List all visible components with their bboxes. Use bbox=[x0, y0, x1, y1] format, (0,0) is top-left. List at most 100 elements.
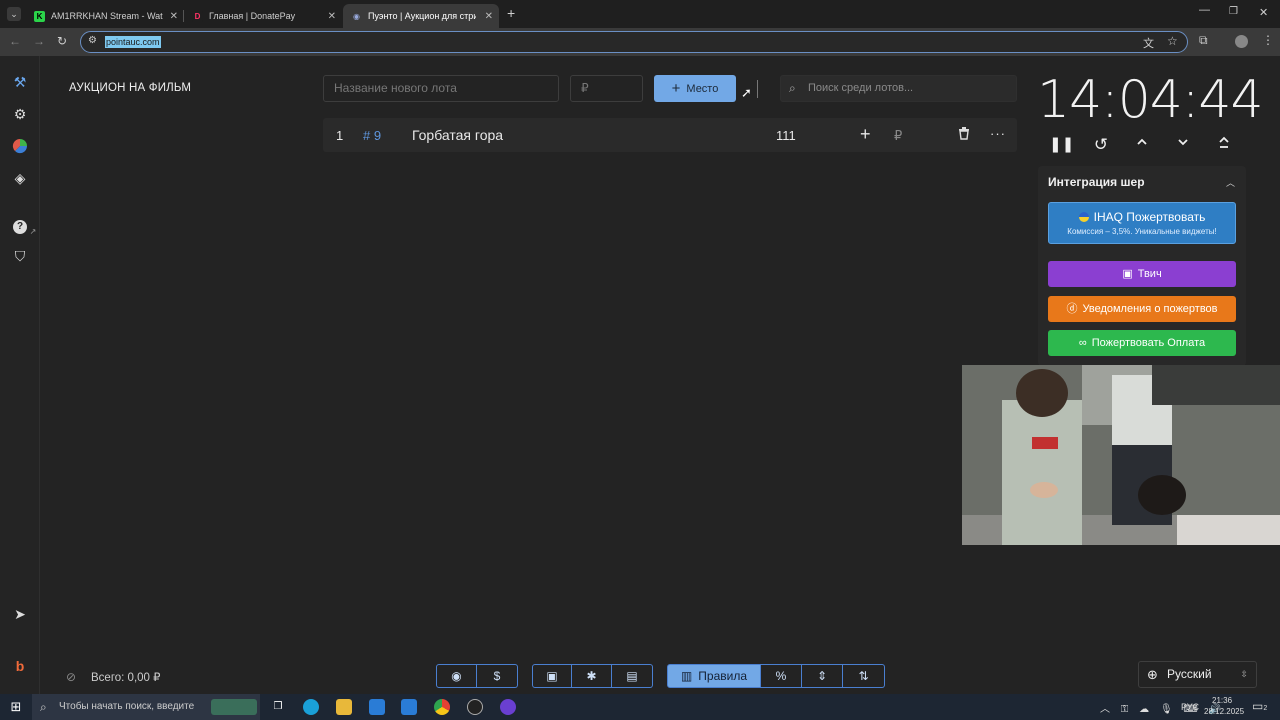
close-icon[interactable]: ✕ bbox=[485, 11, 493, 22]
ruble-icon[interactable]: ₽ bbox=[894, 128, 902, 144]
save-button[interactable]: ▣ bbox=[532, 664, 572, 688]
twitch-icon: ▣ bbox=[1122, 268, 1133, 280]
donate-button-payment[interactable]: ∞ Пожертвовать Оплата bbox=[1048, 330, 1236, 356]
forward-icon[interactable]: → bbox=[33, 34, 45, 48]
bookmark-star-icon[interactable]: ☆ bbox=[1167, 34, 1178, 48]
browser-tab-2[interactable]: D Главная | DonatePay ✕ bbox=[184, 4, 342, 28]
windows-start-icon[interactable]: ⊞ bbox=[8, 699, 24, 715]
file-explorer-icon[interactable] bbox=[336, 699, 352, 715]
lot-row[interactable]: 1 # 9 Горбатая гора 111 + ₽ ··· bbox=[323, 118, 1017, 152]
shield-icon[interactable]: ⛉ bbox=[10, 246, 30, 266]
boosty-icon[interactable]: b bbox=[10, 656, 30, 676]
browser-tab-3[interactable]: ◉ Пуэнто | Аукцион для стримеров ✕ bbox=[343, 4, 499, 28]
rules-button[interactable]: ▥ Правила bbox=[667, 664, 761, 688]
address-bar[interactable]: ⚙ pointauc.com 文 ☆ bbox=[80, 31, 1188, 53]
tab-title: AM1RRKHAN Stream - Watch L bbox=[51, 11, 163, 21]
telegram-icon[interactable]: ➤ bbox=[10, 604, 30, 624]
donate-button-label: IHAQ Пожертвовать bbox=[1093, 210, 1206, 224]
close-icon[interactable]: ✕ bbox=[328, 11, 336, 22]
menu-icon[interactable]: ⋮ bbox=[1262, 33, 1274, 47]
github-button[interactable]: ◉ bbox=[436, 664, 477, 688]
os-taskbar: ⊞ ⌕ Чтобы начать поиск, введите ❒ ︿ ⚿ ☁ … bbox=[0, 694, 1280, 720]
url-text[interactable]: pointauc.com bbox=[105, 36, 161, 48]
compress-button[interactable]: ⇕ bbox=[802, 664, 843, 688]
chevron-up-icon[interactable] bbox=[1131, 135, 1153, 155]
profile-avatar[interactable] bbox=[1235, 35, 1248, 48]
tab-title: Пуэнто | Аукцион для стримеров bbox=[368, 11, 476, 21]
donatepay-icon: D bbox=[192, 10, 203, 22]
gavel-icon[interactable]: ⚒ bbox=[10, 72, 30, 92]
back-icon[interactable]: ← bbox=[9, 34, 21, 48]
search-placeholder: Поиск среди лотов... bbox=[808, 82, 914, 94]
new-lot-input[interactable]: Название нового лота bbox=[323, 75, 559, 102]
globe-icon: ⊕ bbox=[1147, 667, 1158, 682]
add-lot-button-label: Место bbox=[686, 82, 719, 95]
add-lot-button[interactable]: + Место bbox=[654, 75, 736, 102]
search-icon: ⌕ bbox=[40, 700, 47, 714]
layers-icon[interactable]: ◈ bbox=[10, 168, 30, 188]
extensions-icon[interactable]: ⧉ bbox=[1199, 33, 1208, 48]
ukraine-flag-icon bbox=[1078, 212, 1089, 222]
edge-icon[interactable] bbox=[303, 699, 319, 715]
reload-icon[interactable]: ↻ bbox=[57, 34, 67, 48]
browser-tab-1[interactable]: K AM1RRKHAN Stream - Watch L ✕ bbox=[26, 4, 184, 28]
close-icon[interactable]: ✕ bbox=[170, 11, 178, 22]
translate-icon[interactable]: 文 bbox=[1143, 35, 1154, 51]
chevron-down-icon[interactable] bbox=[1172, 135, 1194, 155]
donate-button-ihaq[interactable]: IHAQ Пожертвовать Комиссия – 3,5%. Уника… bbox=[1048, 202, 1236, 244]
search-icon: ⌕ bbox=[789, 81, 796, 95]
lot-amount[interactable]: 111 bbox=[776, 128, 796, 143]
notifications-icon[interactable]: ▭2 bbox=[1252, 699, 1267, 713]
tray-language[interactable]: РУС bbox=[1181, 702, 1199, 712]
kick-icon: K bbox=[34, 10, 45, 22]
lot-name[interactable]: Горбатая гора bbox=[412, 127, 503, 143]
task-view-icon[interactable]: ❒ bbox=[270, 699, 286, 715]
store-icon[interactable] bbox=[369, 699, 385, 715]
pause-icon[interactable]: ❚❚ bbox=[1049, 135, 1074, 155]
tray-time[interactable]: 21:36 bbox=[1212, 696, 1232, 705]
select-arrows-icon: ⇳ bbox=[1240, 669, 1248, 679]
hide-icon[interactable]: ⊘ bbox=[66, 670, 76, 684]
maximize-icon[interactable]: ❐ bbox=[1229, 6, 1238, 17]
app-icon[interactable] bbox=[500, 699, 516, 715]
search-input[interactable]: ⌕ Поиск среди лотов... bbox=[780, 75, 1017, 102]
tab-search-icon[interactable]: ⌄ bbox=[7, 7, 21, 21]
donate-dollar-button[interactable]: $ bbox=[477, 664, 518, 688]
donate-button-label: Твич bbox=[1137, 268, 1162, 280]
bug-report-button[interactable]: ✱ bbox=[572, 664, 612, 688]
widgets-icon[interactable] bbox=[211, 699, 257, 715]
mail-icon[interactable] bbox=[401, 699, 417, 715]
language-select[interactable]: ⊕ Русский ⇳ bbox=[1138, 661, 1257, 688]
help-icon[interactable]: ? bbox=[10, 214, 30, 234]
amount-input[interactable]: ₽ bbox=[570, 75, 643, 102]
browser-tab-strip: ⌄ K AM1RRKHAN Stream - Watch L ✕ D Главн… bbox=[0, 0, 1280, 28]
reset-icon[interactable]: ↺ bbox=[1090, 135, 1112, 155]
page-title: АУКЦИОН НА ФИЛЬМ bbox=[69, 82, 192, 94]
sort-button[interactable]: ⇅ bbox=[843, 664, 885, 688]
tray-date[interactable]: 28.12.2025 bbox=[1204, 707, 1244, 716]
rules-button-label: Правила bbox=[698, 669, 748, 683]
obs-icon[interactable] bbox=[467, 699, 483, 715]
plus-icon[interactable]: + bbox=[860, 124, 871, 145]
donate-button-twitch[interactable]: ▣ Твич bbox=[1048, 261, 1236, 287]
pie-chart-icon[interactable] bbox=[10, 136, 30, 156]
trash-icon[interactable] bbox=[958, 126, 970, 143]
browser-toolbar: ← → ↻ ⚙ pointauc.com 文 ☆ ⧉ ⋮ bbox=[0, 28, 1280, 56]
lot-id: # 9 bbox=[363, 128, 382, 143]
divider bbox=[757, 80, 758, 98]
close-window-icon[interactable]: ✕ bbox=[1259, 6, 1268, 19]
archive-button[interactable]: ▤ bbox=[612, 664, 653, 688]
gear-icon[interactable]: ⚙ bbox=[10, 104, 30, 124]
timer-display: 14:04:44 bbox=[1037, 70, 1264, 130]
donate-button-notifications[interactable]: ⓓ Уведомления о пожертвов bbox=[1048, 296, 1236, 322]
percent-button[interactable]: % bbox=[761, 664, 802, 688]
minimize-icon[interactable]: — bbox=[1199, 4, 1210, 16]
double-chevron-up-icon[interactable] bbox=[1213, 135, 1235, 155]
chevron-up-icon[interactable]: ︿ bbox=[1226, 176, 1235, 189]
pointauc-icon: ◉ bbox=[353, 11, 360, 21]
chrome-icon[interactable] bbox=[434, 699, 450, 715]
new-tab-button[interactable]: + bbox=[507, 5, 515, 21]
site-info-icon[interactable]: ⚙ bbox=[88, 35, 97, 46]
more-icon[interactable]: ··· bbox=[990, 126, 1006, 141]
donate-button-label: Уведомления о пожертвов bbox=[1082, 303, 1218, 315]
